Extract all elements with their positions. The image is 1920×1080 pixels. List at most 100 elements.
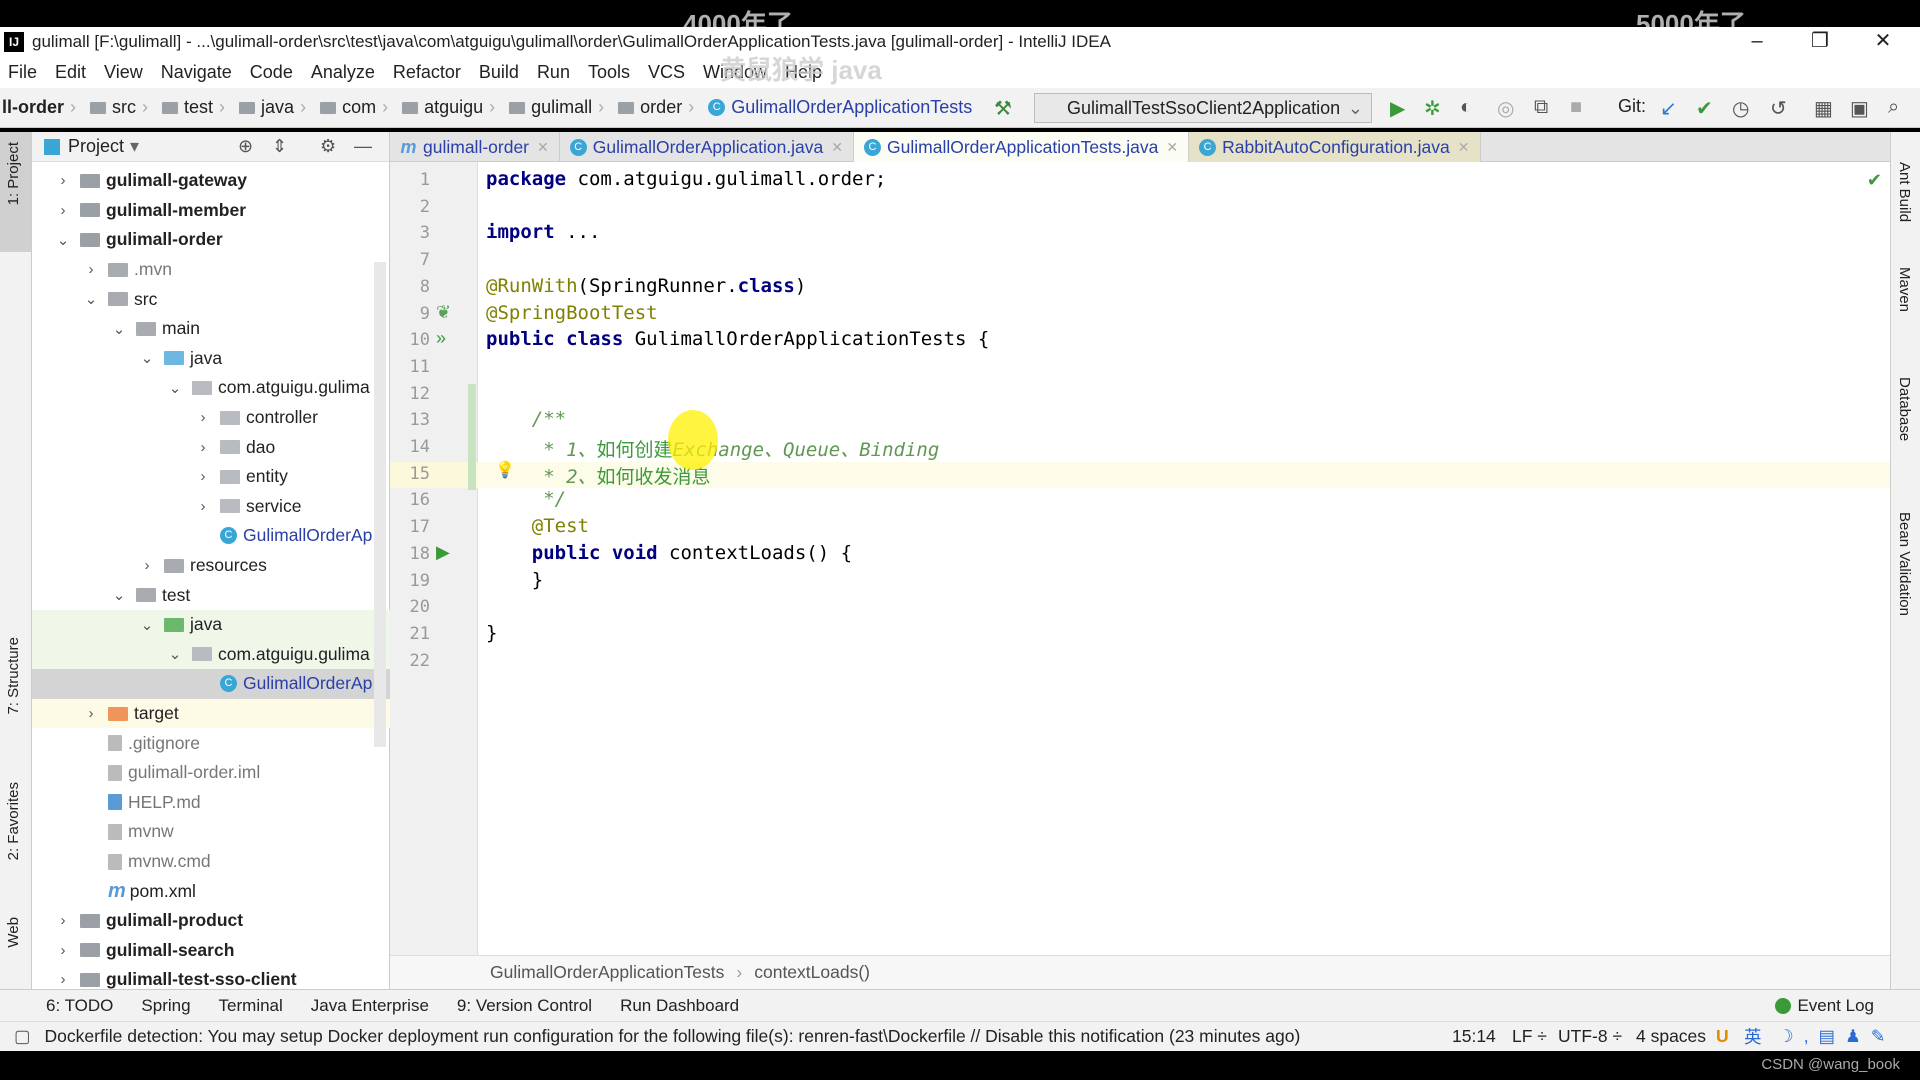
menu-navigate[interactable]: Navigate [161,62,232,83]
tool-favorites[interactable]: 2: Favorites [5,782,22,860]
close-tab-icon[interactable]: ✕ [1458,139,1470,156]
menu-analyze[interactable]: Analyze [311,62,375,83]
tree-item[interactable]: ⌄ com.atguigu.gulima [32,639,390,670]
close-tab-icon[interactable]: ✕ [537,139,549,156]
editor-tab[interactable]: C GulimallOrderApplication.java ✕ [560,132,855,162]
tool-maven[interactable]: Maven [1896,267,1913,312]
build-hammer-icon[interactable]: ⚒ [994,96,1012,121]
tree-item[interactable]: ⌄ test [32,580,390,610]
locate-icon[interactable]: ⊕ [238,136,253,157]
tree-item[interactable]: ⌄ com.atguigu.gulima [32,373,390,403]
editor-tab[interactable]: C RabbitAutoConfiguration.java ✕ [1189,132,1481,162]
chevron-icon[interactable]: › [54,202,72,219]
revert-icon[interactable]: ↺ [1770,96,1787,121]
chevron-icon[interactable]: › [54,172,72,189]
attach-icon[interactable]: ⧉ [1534,96,1548,119]
line-separator[interactable]: LF ÷ [1512,1026,1547,1047]
project-view-select[interactable]: Project [68,136,124,157]
tool-window-button[interactable]: Terminal [219,996,283,1016]
chevron-icon[interactable]: ⌄ [138,349,156,367]
tree-item[interactable]: ⌄ java [32,610,390,640]
menu-code[interactable]: Code [250,62,293,83]
file-encoding[interactable]: UTF-8 ÷ [1558,1026,1622,1047]
chevron-icon[interactable]: › [82,705,100,722]
run-config-select[interactable]: GulimallTestSsoClient2Application ⌄ [1034,93,1372,123]
breadcrumb-class[interactable]: GulimallOrderApplicationTests [490,962,724,983]
tool-bean-validation[interactable]: Bean Validation [1896,512,1913,616]
code-editor[interactable]: ✔ package com.atguigu.gulimall.order; imp… [478,162,1890,955]
tree-item[interactable]: .gitignore [32,728,390,758]
chevron-icon[interactable]: ⌄ [138,616,156,634]
tree-item[interactable]: › entity [32,462,390,492]
close-button[interactable]: ✕ [1860,27,1906,56]
search-icon[interactable]: ⌕ [1888,96,1899,119]
chevron-icon[interactable]: › [138,557,156,574]
menu-vcs[interactable]: VCS [648,62,685,83]
tree-item[interactable]: ⌄ src [32,284,390,314]
chevron-icon[interactable]: › [194,439,212,456]
nav-crumb[interactable]: gulimall › [501,97,604,118]
tool-window-button[interactable]: 6: TODO [46,996,113,1016]
notification-icon[interactable]: ▢ [14,1026,31,1047]
run-test-icon[interactable]: ▶ [436,542,450,563]
tool-structure[interactable]: 7: Structure [5,637,22,715]
tree-item[interactable]: C GulimallOrderAp [32,521,390,551]
run-icon[interactable]: ▶ [1390,96,1405,121]
tree-item[interactable]: › resources [32,551,390,581]
tool-window-button[interactable]: 9: Version Control [457,996,592,1016]
chevron-icon[interactable]: › [54,942,72,959]
editor-tab[interactable]: C GulimallOrderApplicationTests.java ✕ [854,132,1190,162]
tree-item[interactable]: ⌄ main [32,314,390,344]
tool-project[interactable]: 1: Project [5,142,22,205]
nav-crumb[interactable]: order › [610,97,694,118]
menu-edit[interactable]: Edit [55,62,86,83]
git-update-icon[interactable]: ↙ [1660,96,1677,121]
tree-item[interactable]: m pom.xml [32,876,390,906]
tree-item[interactable]: HELP.md [32,788,390,818]
tree-item[interactable]: › .mvn [32,255,390,285]
chevron-icon[interactable]: ⌄ [166,645,184,663]
tree-item[interactable]: › target [32,698,390,729]
tree-item[interactable]: ⌄ java [32,344,390,374]
tree-item[interactable]: C GulimallOrderAp [32,669,390,699]
tree-item[interactable]: › service [32,492,390,522]
chevron-icon[interactable]: › [194,468,212,485]
tree-item[interactable]: › gulimall-product [32,906,390,936]
editor-tab[interactable]: m gulimall-order ✕ [390,132,560,162]
caret-position[interactable]: 15:14 [1452,1026,1496,1047]
chevron-icon[interactable]: ⌄ [82,290,100,308]
tool-ant-build[interactable]: Ant Build [1896,162,1913,222]
close-tab-icon[interactable]: ✕ [1166,139,1178,156]
tree-item[interactable]: › gulimall-member [32,196,390,226]
hide-icon[interactable]: — [354,136,372,157]
tree-scrollbar[interactable] [374,262,386,747]
chevron-icon[interactable]: › [194,409,212,426]
chevron-icon[interactable]: ⌄ [110,320,128,338]
tree-item[interactable]: › gulimall-gateway [32,166,390,196]
debug-icon[interactable]: ✲ [1424,96,1441,121]
menu-refactor[interactable]: Refactor [393,62,461,83]
close-tab-icon[interactable]: ✕ [831,139,843,156]
tree-item[interactable]: › controller [32,403,390,433]
intention-bulb-icon[interactable]: 💡 [495,460,515,480]
ime-language[interactable]: 英 [1744,1024,1762,1049]
chevron-icon[interactable]: › [194,498,212,515]
chevron-icon[interactable]: ⌄ [54,231,72,249]
tree-item[interactable]: mvnw.cmd [32,847,390,877]
nav-crumb[interactable]: java › [231,97,306,118]
tool-window-button[interactable]: Run Dashboard [620,996,739,1016]
status-message[interactable]: Dockerfile detection: You may setup Dock… [45,1026,1301,1047]
presentation-icon[interactable]: ▣ [1850,96,1869,121]
minimize-button[interactable]: – [1734,27,1780,56]
tool-database[interactable]: Database [1896,377,1913,441]
restore-button[interactable]: ❐ [1797,27,1843,56]
nav-crumb[interactable]: src › [82,97,148,118]
tree-item[interactable]: › dao [32,432,390,462]
git-commit-icon[interactable]: ✔ [1696,96,1713,121]
tree-item[interactable]: gulimall-order.iml [32,758,390,788]
nav-crumb[interactable]: atguigu › [394,97,495,118]
project-structure-icon[interactable]: ▦ [1814,96,1833,121]
stop-icon[interactable]: ■ [1570,96,1582,119]
menu-view[interactable]: View [104,62,143,83]
breadcrumb-method[interactable]: contextLoads() [754,962,870,983]
